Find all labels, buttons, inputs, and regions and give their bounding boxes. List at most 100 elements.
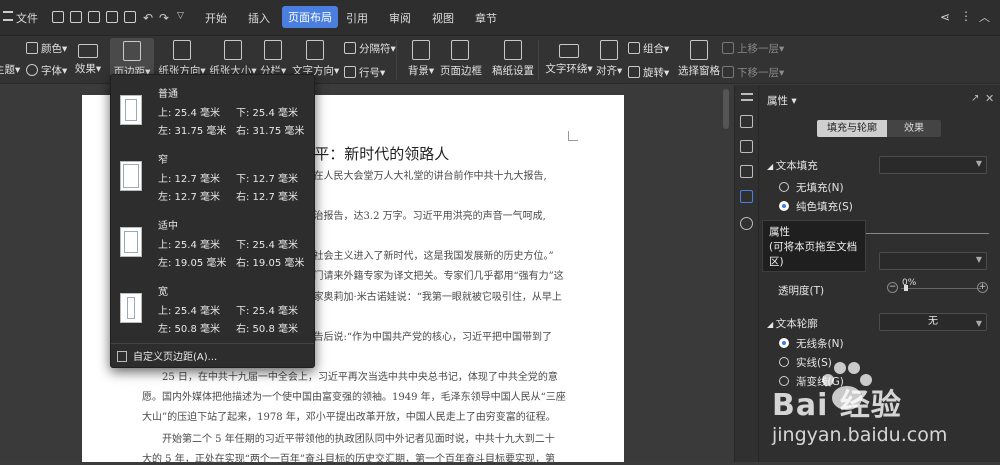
custom-margins-label: 自定义页边距(A)... <box>133 352 218 363</box>
breaks-icon <box>344 42 356 54</box>
line-numbers-label: 行号 <box>359 67 380 79</box>
text-direction-button[interactable]: 文字方向▾ <box>292 40 339 78</box>
plus-icon[interactable]: + <box>977 282 988 293</box>
doc-line: 大山”的压迫下站了起来，1978 年，邓小平提出改革开放，中国人民走上了由穷变富… <box>142 412 556 423</box>
fill-color-combo[interactable]: ▼ <box>879 252 987 270</box>
font-icon <box>26 64 38 76</box>
option-top: 上: 12.7 毫米 <box>158 174 220 185</box>
more-icon[interactable]: ⋮ <box>960 9 972 23</box>
tooltip-desc: (可将本页拖至文档 <box>769 241 858 253</box>
undo-icon[interactable]: ↶ <box>143 11 153 25</box>
solid-fill-radio[interactable] <box>779 201 789 211</box>
file-menu[interactable]: 文件 <box>16 10 38 26</box>
option-right: 右: 31.75 毫米 <box>236 126 305 137</box>
quick-access-dropdown-icon[interactable]: ▽ <box>177 11 184 21</box>
margin-option-normal[interactable]: 普通 上: 25.4 毫米 下: 25.4 毫米 左: 31.75 毫米 右: … <box>111 79 314 145</box>
pin-icon[interactable]: ↗ <box>971 93 979 104</box>
slider-thumb[interactable] <box>904 285 908 291</box>
close-icon[interactable]: ✕ <box>985 92 994 105</box>
breaks-button[interactable]: 分隔符▾ <box>344 41 396 56</box>
group-button[interactable]: 组合▾ <box>628 41 669 56</box>
grid-paper-icon <box>504 40 522 60</box>
tab-review[interactable]: 审阅 <box>389 10 411 26</box>
option-right: 右: 50.8 毫米 <box>236 324 298 335</box>
rotate-button[interactable]: 旋转▾ <box>628 65 669 80</box>
text-fill-header[interactable]: ◢ 文本填充 <box>767 158 818 173</box>
bring-forward-button[interactable]: 上移一层▾ <box>722 41 784 56</box>
no-fill-radio[interactable] <box>779 182 789 192</box>
share-icon[interactable]: ⋖ <box>940 10 950 24</box>
align-button[interactable]: 对齐▾ <box>596 40 622 78</box>
collapse-ribbon-icon[interactable]: ︿ <box>979 9 990 25</box>
tab-home[interactable]: 开始 <box>205 10 227 26</box>
selection-pane-button[interactable]: 选择窗格 <box>678 40 720 78</box>
tab-page-layout[interactable]: 页面布局 <box>282 6 338 28</box>
tab-view[interactable]: 视图 <box>432 10 454 26</box>
font-button[interactable]: 字体▾ <box>26 63 67 78</box>
line-numbers-button[interactable]: 行号▾ <box>344 65 385 80</box>
baidu-watermark: Bai 经验 jingyan.baidu.com <box>770 352 1000 462</box>
select-cursor-icon[interactable] <box>740 140 753 153</box>
send-backward-button[interactable]: 下移一层▾ <box>722 65 784 80</box>
outline-combo[interactable]: 无 ▼ <box>879 313 987 331</box>
redo-icon[interactable]: ↷ <box>159 11 169 25</box>
margin-option-narrow[interactable]: 窄 上: 12.7 毫米 下: 12.7 毫米 左: 12.7 毫米 右: 12… <box>111 145 314 211</box>
page-border-button[interactable]: 页面边框 <box>440 40 482 78</box>
orientation-button[interactable]: 纸张方向▾ <box>158 40 206 78</box>
margins-button[interactable]: 页边距▾ <box>110 38 154 78</box>
open-icon[interactable] <box>52 11 64 23</box>
print-icon[interactable] <box>106 11 118 23</box>
background-button[interactable]: 背景▾ <box>405 40 437 78</box>
print-preview-icon[interactable] <box>124 11 136 23</box>
wrap-text-button[interactable]: 文字环绕▾ <box>545 40 593 76</box>
properties-icon[interactable] <box>740 190 753 203</box>
no-line-radio[interactable] <box>779 338 789 348</box>
line-numbers-icon <box>344 66 356 78</box>
transparency-slider[interactable] <box>901 288 981 289</box>
margin-corner-mark <box>568 131 578 141</box>
option-name: 宽 <box>158 287 168 298</box>
page-thumbnail-icon <box>120 293 142 323</box>
page-thumbnail-icon <box>120 95 142 125</box>
edit-pen-icon[interactable] <box>740 115 753 128</box>
tab-chapter[interactable]: 章节 <box>475 10 497 26</box>
tab-insert[interactable]: 插入 <box>248 10 270 26</box>
export-pdf-icon[interactable] <box>88 11 100 23</box>
lock-icon[interactable] <box>740 165 753 178</box>
effect-button[interactable]: 效果▾ <box>72 40 104 76</box>
custom-margins-item[interactable]: 自定义页边距(A)... <box>117 348 217 363</box>
tab-fill-outline[interactable]: 填充与轮廓 <box>817 120 887 137</box>
breaks-label: 分隔符 <box>359 43 391 55</box>
watermark-brand: Bai 经验 <box>772 388 902 423</box>
doc-line: 大的 5 年，正处在实现“两个一百年”奋斗目标的历史交汇期，第一个百年奋斗目标要… <box>142 454 555 465</box>
columns-button[interactable]: 分栏▾ <box>260 40 286 78</box>
sidebar-menu-icon[interactable] <box>741 93 753 101</box>
text-fill-combo[interactable]: ▼ <box>879 156 987 174</box>
menu-icon[interactable] <box>3 11 13 21</box>
grid-setup-button[interactable]: 稿纸设置 <box>492 40 534 78</box>
columns-icon <box>264 40 282 60</box>
right-canvas <box>624 85 734 462</box>
scrollbar-thumb[interactable] <box>723 89 729 129</box>
minus-icon[interactable]: − <box>887 282 898 293</box>
theme-button[interactable]: 主题▾ <box>0 62 20 77</box>
color-button[interactable]: 颜色▾ <box>26 41 67 56</box>
tab-references[interactable]: 引用 <box>346 10 368 26</box>
page-border-icon <box>451 40 469 60</box>
history-icon[interactable] <box>740 217 753 230</box>
effect-icon <box>78 44 98 58</box>
document-title: ...平：新时代的领路人 <box>300 145 450 163</box>
tab-effect[interactable]: 效果 <box>887 120 941 137</box>
doc-line: 愿。国内外媒体把他描述为一个使中国由富变强的领袖。1949 年，毛泽东领导中国人… <box>142 392 566 403</box>
send-backward-icon <box>722 66 734 78</box>
size-button[interactable]: 纸张大小▾ <box>208 40 258 78</box>
margin-option-moderate[interactable]: 适中 上: 25.4 毫米 下: 25.4 毫米 左: 19.05 毫米 右: … <box>111 211 314 277</box>
panel-title[interactable]: 属性 ▾ <box>767 93 797 108</box>
option-bottom: 下: 12.7 毫米 <box>236 174 298 185</box>
margin-option-wide[interactable]: 宽 上: 25.4 毫米 下: 25.4 毫米 左: 50.8 毫米 右: 50… <box>111 277 314 343</box>
orientation-icon <box>173 40 191 60</box>
left-canvas <box>0 85 82 462</box>
save-icon[interactable] <box>70 11 82 23</box>
wrap-text-label: 文字环绕 <box>545 63 588 75</box>
text-outline-header[interactable]: ◢ 文本轮廓 <box>767 316 818 331</box>
